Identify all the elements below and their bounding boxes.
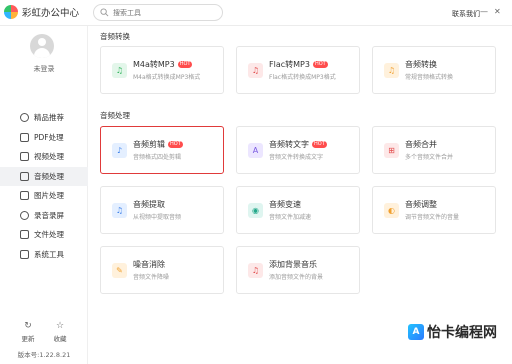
sidebar-item-label: 精品推荐	[34, 113, 64, 123]
card-title: 音频转文字	[269, 140, 309, 149]
card-title: 音频提取	[133, 200, 165, 209]
tool-card-audio-merge[interactable]: ⊞ 音频合并 多个音频文件合并	[372, 126, 496, 174]
app-logo: 彩虹办公中心	[4, 5, 79, 19]
tool-card-m4a-mp3[interactable]: ♫ M4a转MP3 HOT M4a格式转换成MP3格式	[100, 46, 224, 94]
image-icon	[20, 191, 29, 201]
card-desc: 调节音频文件的音量	[405, 214, 460, 221]
card-desc: 常规音频格式转换	[405, 74, 454, 81]
update-icon: ↻	[24, 321, 32, 331]
sidebar-item-label: 图片处理	[34, 191, 64, 201]
card-desc: M4a格式转换成MP3格式	[133, 74, 201, 81]
sidebar-item-label: 音频处理	[34, 171, 64, 181]
sidebar-nav: 精品推荐 PDF处理 视频处理 音频处理 图片处理 录音录屏 文件处理 系统工具	[0, 108, 88, 264]
sidebar-item-label: 视频处理	[34, 152, 64, 162]
update-label: 更新	[21, 335, 35, 343]
section-title-audio-convert: 音频转换	[100, 32, 130, 41]
audio-convert-icon: ♫	[384, 63, 399, 78]
video-icon	[20, 152, 29, 162]
tools-icon	[20, 249, 29, 259]
card-title: 音频调整	[405, 200, 437, 209]
watermark-logo-icon: A	[408, 324, 424, 340]
search-box[interactable]	[93, 4, 223, 21]
login-status[interactable]: 未登录	[0, 64, 88, 74]
sidebar-item-video[interactable]: 视频处理	[0, 147, 88, 167]
card-title: 添加背景音乐	[269, 260, 317, 269]
tool-card-audio-volume[interactable]: ◐ 音频调整 调节音频文件的音量	[372, 186, 496, 234]
card-title: 噪音消除	[133, 260, 165, 269]
sidebar-item-pdf[interactable]: PDF处理	[0, 128, 88, 148]
version-label: 版本号:1.22.8.21	[17, 351, 71, 359]
audio-cut-icon: ♪	[112, 143, 127, 158]
card-title: 音频变速	[269, 200, 301, 209]
site-watermark: A 怡卡编程网	[408, 322, 497, 342]
audio-merge-icon: ⊞	[384, 143, 399, 158]
tool-card-flac-mp3[interactable]: ♫ Flac转MP3 HOT Flac格式转换成MP3格式	[236, 46, 360, 94]
favorite-button[interactable]: ☆ 收藏	[53, 321, 67, 344]
main-content: 音频转换 ♫ M4a转MP3 HOT M4a格式转换成MP3格式 ♫ Flac转M…	[88, 26, 512, 364]
sidebar-item-label: PDF处理	[34, 132, 64, 142]
tool-card-audio-speed[interactable]: ◉ 音频变速 音频文件加减速	[236, 186, 360, 234]
card-desc: 多个音频文件合并	[405, 154, 454, 161]
app-title: 彩虹办公中心	[22, 8, 80, 19]
avatar[interactable]	[30, 34, 54, 58]
sidebar-item-system[interactable]: 系统工具	[0, 245, 88, 265]
card-desc: 添加音频文件的背景	[269, 274, 324, 281]
sidebar-item-image[interactable]: 图片处理	[0, 186, 88, 206]
m4a-icon: ♫	[112, 63, 127, 78]
star-icon: ☆	[55, 321, 65, 331]
tool-card-noise-remove[interactable]: ✎ 噪音消除 音频文件降噪	[100, 246, 224, 294]
sidebar-item-label: 系统工具	[34, 249, 64, 259]
watermark-text: 怡卡编程网	[427, 325, 497, 341]
card-title: 音频转换	[405, 60, 437, 69]
sidebar-item-record[interactable]: 录音录屏	[0, 206, 88, 226]
audio-extract-icon: ♫	[112, 203, 127, 218]
favorite-label: 收藏	[53, 335, 67, 343]
section-title-audio-process: 音频处理	[100, 111, 130, 120]
audio-speed-icon: ◉	[248, 203, 263, 218]
tool-card-bg-music[interactable]: ♫ 添加背景音乐 添加音频文件的背景	[236, 246, 360, 294]
card-desc: 音频文件降噪	[133, 274, 170, 281]
hot-badge: HOT	[168, 141, 183, 148]
card-desc: 从视频中提取音频	[133, 214, 182, 221]
bg-music-icon: ♫	[248, 263, 263, 278]
contact-link[interactable]: 联系我们	[452, 9, 480, 19]
card-title: 音频剪辑	[133, 140, 165, 149]
hot-badge: HOT	[312, 141, 327, 148]
close-button[interactable]: ✕	[494, 7, 501, 17]
card-desc: Flac格式转换成MP3格式	[269, 74, 336, 81]
card-title: 音频合并	[405, 140, 437, 149]
top-bar: 彩虹办公中心 联系我们 — ✕	[0, 0, 512, 26]
sidebar-item-file[interactable]: 文件处理	[0, 225, 88, 245]
tool-card-audio-to-text[interactable]: A 音频转文字 HOT 音频文件转换成文字	[236, 126, 360, 174]
audio-to-text-icon: A	[248, 143, 263, 158]
tool-card-audio-cut[interactable]: ♪ 音频剪辑 HOT 音频格式四处剪辑	[100, 126, 224, 174]
sidebar-item-label: 录音录屏	[34, 210, 64, 220]
card-title: M4a转MP3	[133, 60, 175, 69]
record-icon	[20, 210, 29, 220]
search-icon	[100, 8, 109, 17]
flac-icon: ♫	[248, 63, 263, 78]
tool-card-audio-extract[interactable]: ♫ 音频提取 从视频中提取音频	[100, 186, 224, 234]
card-title: Flac转MP3	[269, 60, 310, 69]
sidebar: 未登录 精品推荐 PDF处理 视频处理 音频处理 图片处理 录音录屏 文件处理 …	[0, 26, 88, 364]
audio-volume-icon: ◐	[384, 203, 399, 218]
rainbow-logo-icon	[4, 5, 18, 19]
search-input[interactable]	[113, 8, 213, 17]
sidebar-item-audio[interactable]: 音频处理	[0, 166, 88, 186]
sidebar-item-label: 文件处理	[34, 230, 64, 240]
tool-card-audio-convert[interactable]: ♫ 音频转换 常规音频格式转换	[372, 46, 496, 94]
folder-icon	[20, 230, 29, 240]
music-icon	[20, 171, 29, 181]
update-button[interactable]: ↻ 更新	[21, 321, 35, 344]
card-desc: 音频文件加减速	[269, 214, 312, 221]
thumb-icon	[20, 113, 29, 123]
sidebar-item-recommend[interactable]: 精品推荐	[0, 108, 88, 128]
minimize-button[interactable]: —	[480, 7, 488, 17]
hot-badge: HOT	[312, 61, 328, 68]
card-desc: 音频格式四处剪辑	[133, 154, 182, 161]
noise-remove-icon: ✎	[112, 263, 127, 278]
pdf-icon	[20, 132, 29, 142]
card-desc: 音频文件转换成文字	[269, 154, 324, 161]
hot-badge: HOT	[177, 61, 193, 68]
